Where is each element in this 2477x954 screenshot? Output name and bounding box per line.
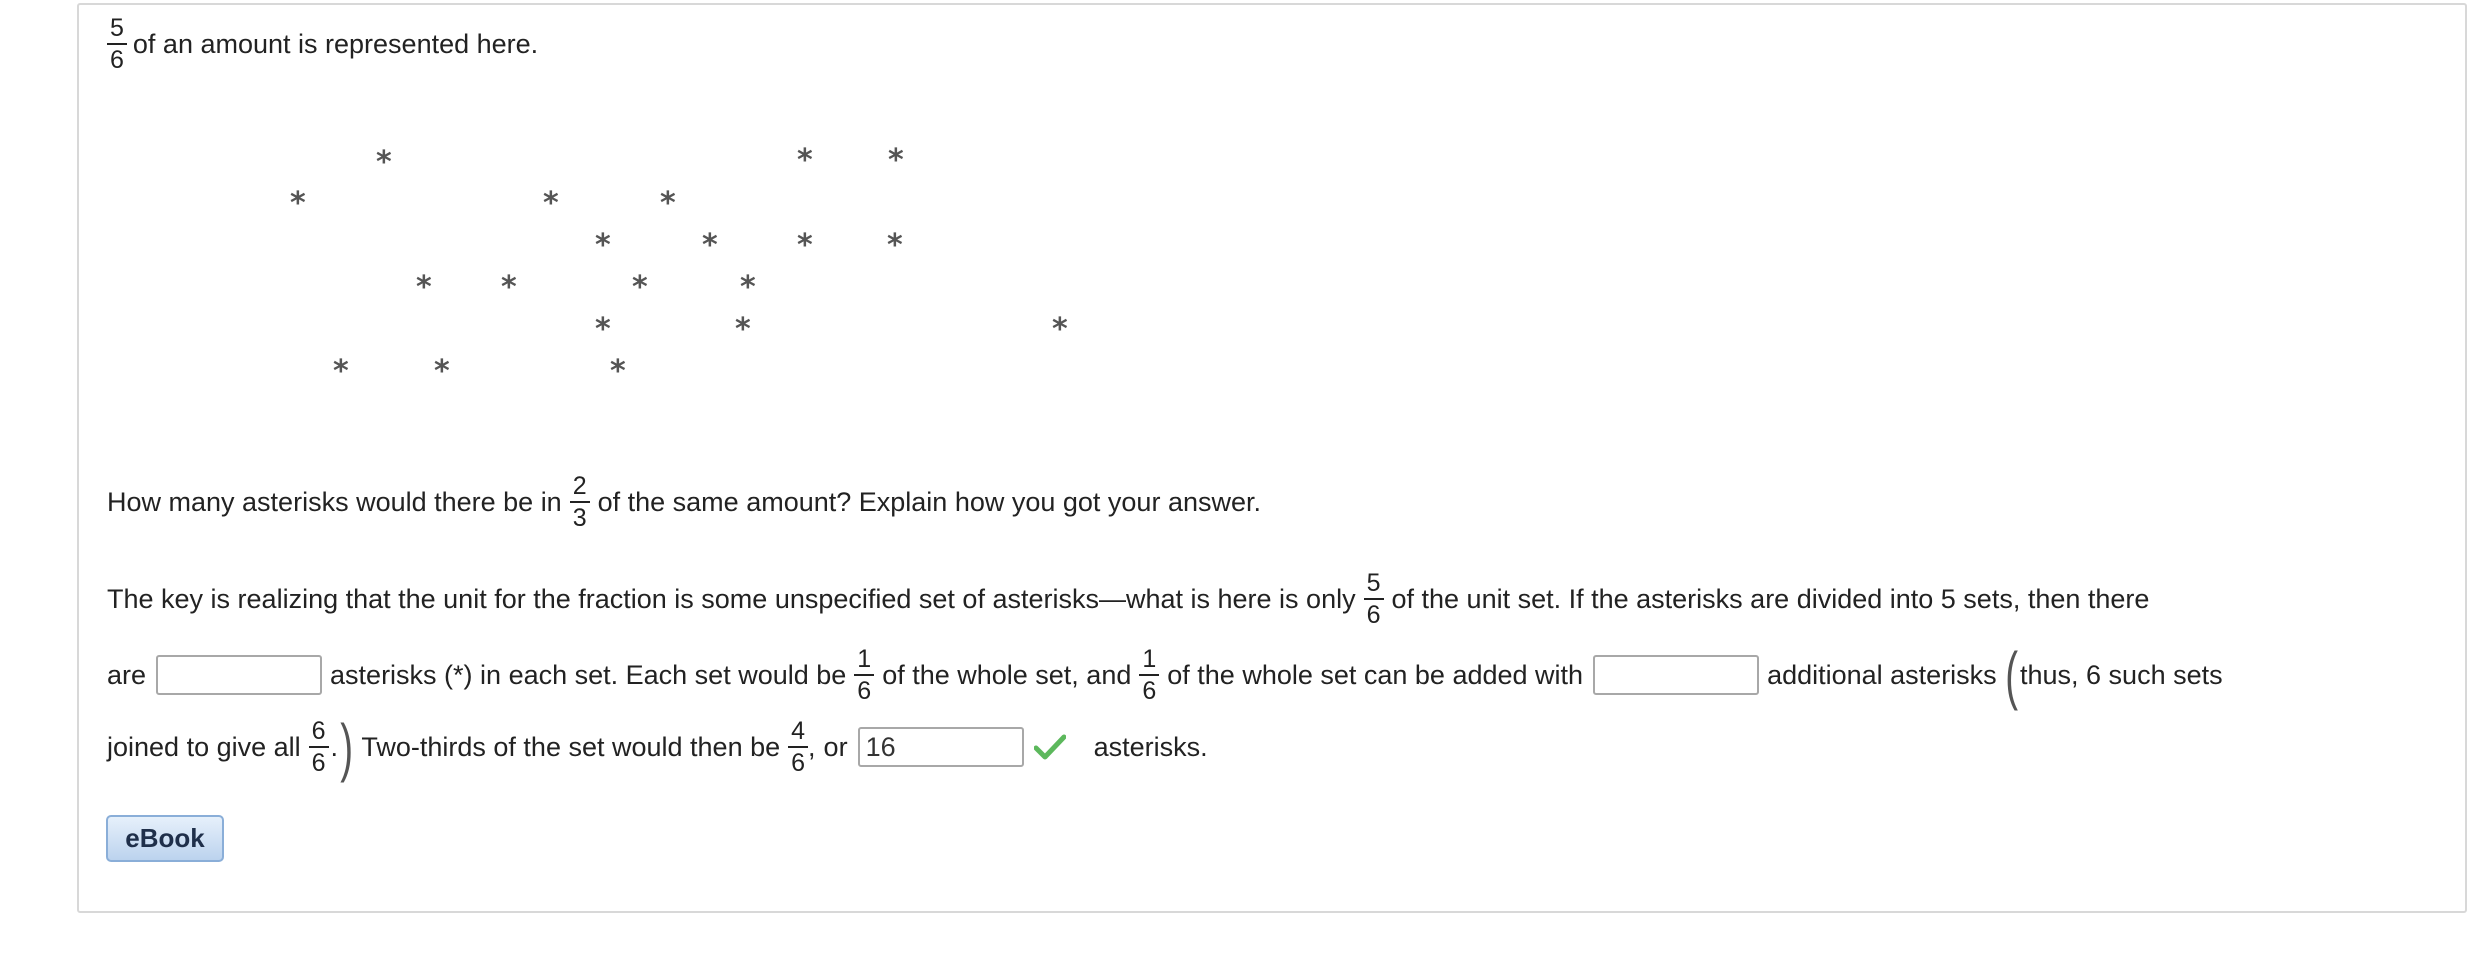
- question-fraction: 2 3: [569, 474, 590, 532]
- explanation-fraction: 1 6: [854, 646, 875, 705]
- explanation-text: are: [107, 659, 147, 690]
- asterisk: *: [797, 143, 813, 178]
- check-icon: [1033, 733, 1067, 761]
- fraction-denominator: 6: [1142, 676, 1157, 705]
- asterisk: *: [501, 270, 517, 305]
- fraction-numerator: 5: [1363, 571, 1384, 600]
- explanation-text: of the whole set, and: [882, 659, 1132, 690]
- asterisk: *: [595, 312, 611, 347]
- close-paren: ): [340, 711, 354, 783]
- explanation-line-1: The key is realizing that the unit for t…: [107, 571, 2149, 628]
- two-thirds-answer-input[interactable]: [857, 727, 1024, 767]
- fraction-numerator: 6: [308, 718, 329, 748]
- asterisk: *: [610, 354, 626, 389]
- period: .: [330, 731, 339, 762]
- explanation-text: asterisks.: [1093, 731, 1208, 762]
- question-text-start: How many asterisks would there be in: [107, 487, 562, 517]
- asterisk: *: [797, 228, 813, 263]
- asterisk: *: [376, 145, 392, 180]
- additional-asterisks-input[interactable]: [1593, 655, 1760, 695]
- fraction-denominator: 6: [311, 748, 326, 777]
- asterisk: *: [595, 228, 611, 263]
- fraction-numerator: 4: [788, 718, 809, 748]
- fraction-denominator: 3: [572, 504, 587, 532]
- asterisk: *: [416, 270, 432, 305]
- asterisk: *: [887, 228, 903, 263]
- asterisk: *: [434, 354, 450, 389]
- explanation-text: Two-thirds of the set would then be: [361, 731, 781, 762]
- fraction-numerator: 2: [569, 474, 590, 503]
- explanation-text: additional asterisks: [1767, 659, 1997, 690]
- explanation-text: joined to give all: [107, 731, 301, 762]
- fraction-numerator: 5: [107, 16, 127, 45]
- asterisk: *: [290, 186, 306, 221]
- asterisk: *: [660, 186, 676, 221]
- asterisk: *: [632, 270, 648, 305]
- explanation-fraction: 4 6: [788, 718, 809, 777]
- asterisk: *: [888, 143, 904, 178]
- asterisk: *: [543, 186, 559, 221]
- explanation-line-2: are asterisks (*) in each set. Each set …: [107, 643, 2223, 707]
- fraction-numerator: 1: [1139, 646, 1160, 676]
- asterisks-per-set-input[interactable]: [156, 655, 323, 695]
- fraction-denominator: 6: [1366, 601, 1381, 629]
- intro-text: of an amount is represented here.: [132, 29, 539, 59]
- comma: ,: [808, 731, 816, 762]
- open-paren: (: [2004, 639, 2018, 711]
- fraction-denominator: 6: [857, 676, 872, 705]
- explanation-text: asterisks (*) in each set. Each set woul…: [330, 659, 847, 690]
- explanation-fraction: 1 6: [1139, 646, 1160, 705]
- explanation-fraction: 6 6: [308, 718, 329, 777]
- explanation-text: thus, 6 such sets: [2020, 659, 2223, 690]
- asterisk: *: [333, 354, 349, 389]
- fraction-denominator: 6: [791, 748, 806, 777]
- explanation-fraction: 5 6: [1363, 571, 1384, 629]
- explanation-text: of the whole set can be added with: [1167, 659, 1584, 690]
- question-line: How many asterisks would there be in 2 3…: [107, 474, 1261, 531]
- explanation-text: of the unit set. If the asterisks are di…: [1391, 584, 2150, 614]
- intro-fraction: 5 6: [107, 16, 127, 73]
- asterisk: *: [735, 312, 751, 347]
- explanation-line-3: joined to give all 6 6 . ) Two-thirds of…: [107, 715, 1208, 779]
- fraction-numerator: 1: [854, 646, 875, 676]
- ebook-button[interactable]: eBook: [106, 815, 224, 862]
- asterisk: *: [1052, 312, 1068, 347]
- explanation-text: The key is realizing that the unit for t…: [107, 584, 1356, 614]
- question-text-end: of the same amount? Explain how you got …: [597, 487, 1261, 517]
- explanation-text: or: [823, 731, 848, 762]
- asterisk: *: [702, 228, 718, 263]
- asterisk: *: [740, 270, 756, 305]
- intro-line: 5 6 of an amount is represented here.: [101, 16, 538, 73]
- fraction-denominator: 6: [110, 46, 124, 74]
